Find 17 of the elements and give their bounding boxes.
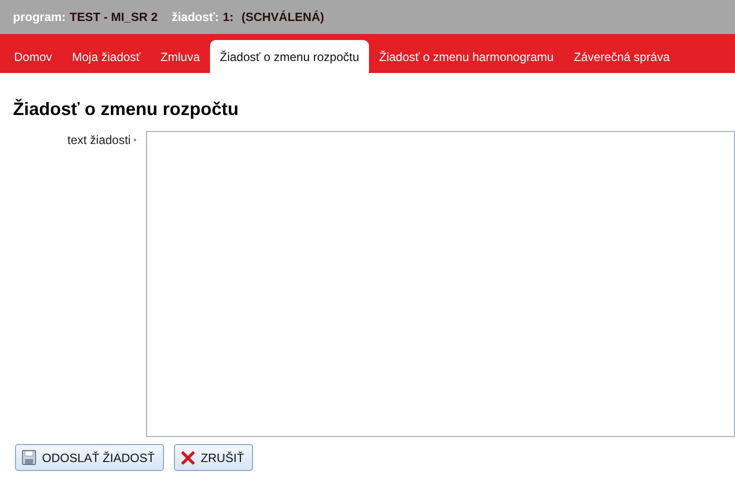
cancel-button[interactable]: ZRUŠIŤ <box>174 444 254 471</box>
text-area[interactable] <box>146 131 735 437</box>
page-title: Žiadosť o zmenu rozpočtu <box>13 99 240 120</box>
nav-tab[interactable]: Žiadosť o zmenu harmonogramu <box>369 40 564 73</box>
nav-tab[interactable]: Zmluva <box>150 40 210 73</box>
submit-button[interactable]: ODOSLAŤ ŽIADOSŤ <box>15 444 164 471</box>
field-label: text žiadosti <box>67 133 131 147</box>
nav-tab[interactable]: Domov <box>4 40 62 73</box>
request-label: žiadosť: <box>172 10 219 24</box>
program-label: program: <box>13 10 66 24</box>
nav-tab[interactable]: Moja žiadosť <box>62 40 151 73</box>
close-icon <box>180 450 195 464</box>
program-name: TEST - MI_SR 2 <box>70 10 158 24</box>
nav-tab[interactable]: Žiadosť o zmenu rozpočtu <box>210 40 370 73</box>
request-status: (SCHVÁLENÁ) <box>241 10 324 24</box>
request-number: 1: <box>222 10 234 24</box>
nav-tab[interactable]: Záverečná správa <box>564 40 680 73</box>
